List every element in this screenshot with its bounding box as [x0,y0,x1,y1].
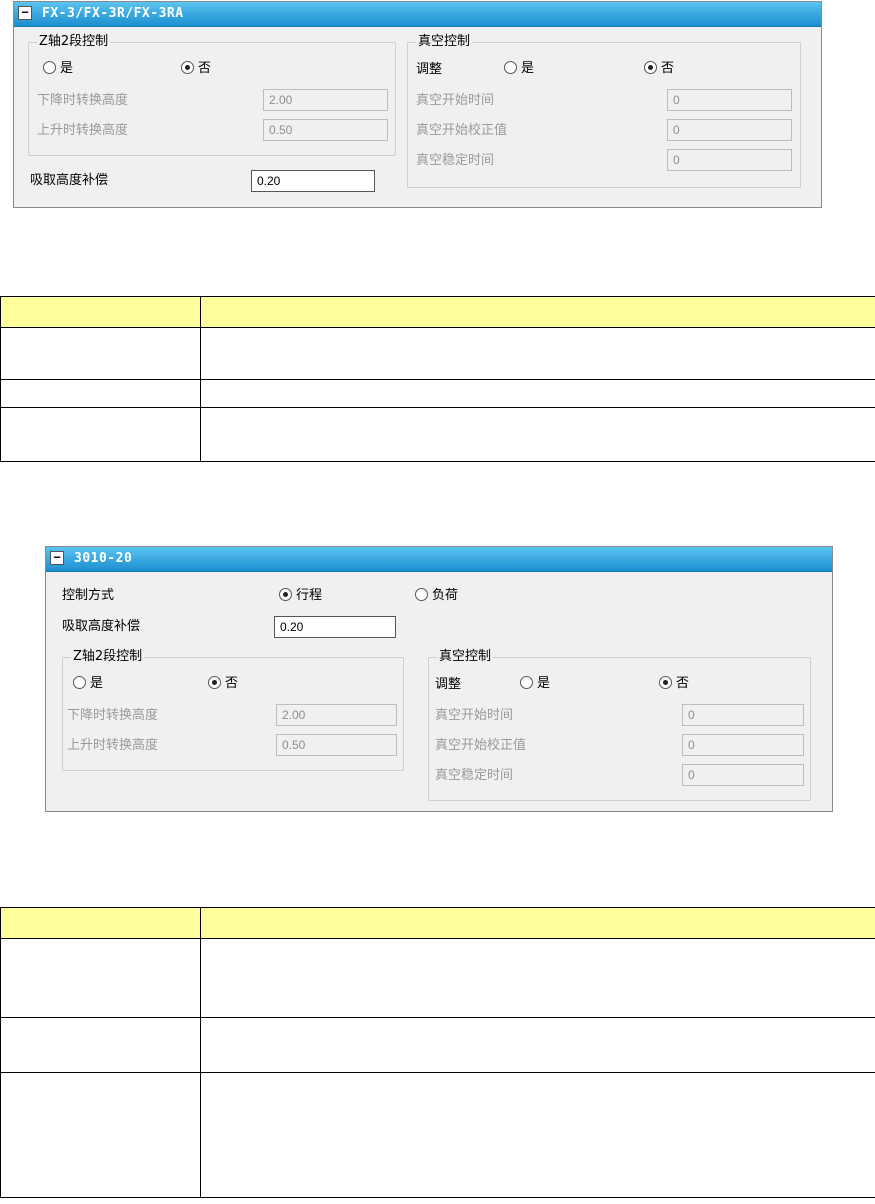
radio-off-icon [520,676,533,689]
table-header-row [0,296,875,328]
panel-titlebar: − FX-3/FX-3R/FX-3RA [14,2,821,27]
up-height-label: 上升时转换高度 [37,123,129,138]
pick-height-input[interactable]: 0.20 [251,170,375,192]
vacuum-group: 真空控制 调整 是 否 真空开始时间 0 真空开始校正值 0 真空稳定时间 0 [407,34,801,188]
vacuum-group-legend: 真空控制 [437,649,494,665]
z-axis-no-radio[interactable]: 否 [181,60,211,78]
vacuum-start-cal-label: 真空开始校正值 [416,123,508,138]
table-header-cell [200,907,875,939]
vacuum-start-cal-input[interactable]: 0 [682,734,804,756]
collapse-icon[interactable]: − [18,6,32,20]
vacuum-start-cal-label: 真空开始校正值 [435,738,527,753]
description-table-1 [0,296,875,462]
up-height-input[interactable]: 0.50 [263,119,388,141]
table-header-cell [0,907,201,939]
radio-on-icon [644,61,657,74]
vacuum-start-time-label: 真空开始时间 [416,93,495,108]
up-height-label: 上升时转换高度 [67,738,159,753]
z-axis-group-legend: Z轴2段控制 [37,34,111,50]
table-header-cell [0,296,201,328]
z-axis-group: Z轴2段控制 是 否 下降时转换高度 2.00 上升时转换高度 0.50 [62,649,404,771]
vacuum-yes-radio[interactable]: 是 [504,60,534,78]
vacuum-no-radio[interactable]: 否 [659,675,689,693]
z-axis-group: Z轴2段控制 是 否 下降时转换高度 2.00 上升时转换高度 0.50 [28,34,396,156]
vacuum-adjust-label: 调整 [416,62,443,77]
panel-titlebar: − 3010-20 [46,547,832,572]
panel-title: 3010-20 [74,551,133,566]
settings-panel-3010: − 3010-20 控制方式 行程 负荷 吸取高度补偿 0.20 Z轴2段控制 … [45,546,833,812]
radio-off-icon [73,676,86,689]
vacuum-stable-time-input[interactable]: 0 [682,764,804,786]
z-axis-group-legend: Z轴2段控制 [71,649,145,665]
vacuum-group: 真空控制 调整 是 否 真空开始时间 0 真空开始校正值 0 真空稳定时间 0 [428,649,811,801]
down-height-label: 下降时转换高度 [37,93,129,108]
vacuum-start-time-label: 真空开始时间 [435,708,514,723]
pick-height-label: 吸取高度补偿 [62,619,141,634]
vacuum-stable-time-label: 真空稳定时间 [435,768,514,783]
control-mode-stroke-radio[interactable]: 行程 [279,587,322,605]
control-mode-load-radio[interactable]: 负荷 [415,587,458,605]
vacuum-stable-time-input[interactable]: 0 [667,149,792,171]
z-axis-yes-radio[interactable]: 是 [43,60,73,78]
panel-title: FX-3/FX-3R/FX-3RA [42,6,184,21]
vacuum-start-cal-input[interactable]: 0 [667,119,792,141]
pick-height-label: 吸取高度补偿 [30,173,109,188]
description-table-2 [0,907,875,1198]
table-header-row [0,907,875,939]
radio-on-icon [279,588,292,601]
radio-off-icon [43,61,56,74]
settings-panel-fx3: − FX-3/FX-3R/FX-3RA Z轴2段控制 是 否 下降时转换高度 2… [13,1,822,208]
collapse-icon[interactable]: − [50,551,64,565]
radio-on-icon [659,676,672,689]
vacuum-adjust-label: 调整 [435,677,462,692]
radio-off-icon [415,588,428,601]
up-height-input[interactable]: 0.50 [276,734,397,756]
table-row [0,1072,875,1198]
z-axis-yes-radio[interactable]: 是 [73,675,103,693]
table-header-cell [200,296,875,328]
table-row [0,938,875,1018]
z-axis-no-radio[interactable]: 否 [208,675,238,693]
pick-height-input[interactable]: 0.20 [274,616,396,638]
radio-off-icon [504,61,517,74]
vacuum-yes-radio[interactable]: 是 [520,675,550,693]
control-mode-label: 控制方式 [62,588,115,603]
table-row [0,379,875,408]
radio-on-icon [181,61,194,74]
vacuum-start-time-input[interactable]: 0 [667,89,792,111]
vacuum-group-legend: 真空控制 [416,34,473,50]
vacuum-start-time-input[interactable]: 0 [682,704,804,726]
vacuum-stable-time-label: 真空稳定时间 [416,153,495,168]
table-row [0,407,875,462]
down-height-input[interactable]: 2.00 [276,704,397,726]
down-height-input[interactable]: 2.00 [263,89,388,111]
vacuum-no-radio[interactable]: 否 [644,60,674,78]
radio-on-icon [208,676,221,689]
table-row [0,327,875,380]
table-row [0,1017,875,1073]
down-height-label: 下降时转换高度 [67,708,159,723]
